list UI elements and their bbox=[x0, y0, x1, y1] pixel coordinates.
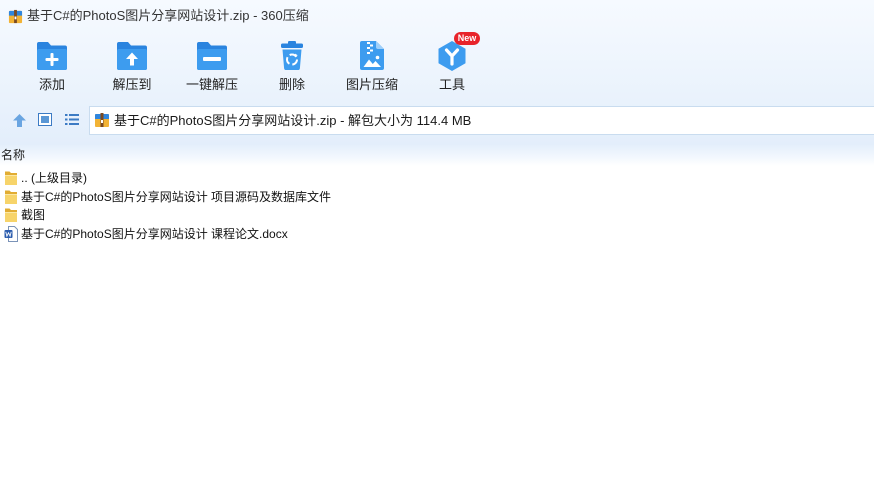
list-item-name: 基于C#的PhotoS图片分享网站设计 项目源码及数据库文件 bbox=[21, 189, 332, 204]
list-item-name: 截图 bbox=[21, 208, 46, 222]
folder-icon bbox=[4, 207, 18, 223]
add-button-label: 添加 bbox=[38, 77, 65, 92]
tools-button-label: 工具 bbox=[438, 77, 465, 92]
delete-button-label: 删除 bbox=[278, 77, 305, 92]
list-item[interactable]: .. (上级目录) bbox=[0, 169, 874, 188]
folder-icon bbox=[4, 170, 18, 186]
zip-archive-icon bbox=[8, 9, 23, 24]
title-bar[interactable]: 基于C#的PhotoS图片分享网站设计.zip - 360压缩 bbox=[0, 0, 874, 32]
list-item[interactable]: 基于C#的PhotoS图片分享网站设计 课程论文.docx bbox=[0, 225, 874, 244]
trash-icon bbox=[276, 40, 308, 72]
one-click-extract-button[interactable]: 一键解压 bbox=[172, 32, 252, 98]
toolbar: 添加 解压到 一键解压 删除 图片压缩 New 工具 bbox=[12, 32, 492, 100]
folder-icon bbox=[4, 189, 18, 205]
zip-archive-icon bbox=[94, 112, 110, 128]
list-item[interactable]: 截图 bbox=[0, 206, 874, 225]
list-item[interactable]: 基于C#的PhotoS图片分享网站设计 项目源码及数据库文件 bbox=[0, 188, 874, 207]
list-header: 名称 bbox=[0, 145, 874, 166]
address-path-text: 基于C#的PhotoS图片分享网站设计.zip - 解包大小为 114.4 MB bbox=[114, 113, 472, 128]
window-title: 基于C#的PhotoS图片分享网站设计.zip - 360压缩 bbox=[27, 8, 309, 23]
new-badge: New bbox=[454, 32, 480, 45]
add-to-archive-icon bbox=[36, 40, 68, 72]
one-click-extract-button-label: 一键解压 bbox=[185, 77, 238, 92]
up-arrow-icon[interactable] bbox=[12, 113, 27, 128]
image-compress-button-label: 图片压缩 bbox=[345, 77, 398, 92]
thumbnail-view-icon[interactable] bbox=[38, 113, 52, 126]
navigation-bar: 基于C#的PhotoS图片分享网站设计.zip - 解包大小为 114.4 MB bbox=[0, 104, 874, 136]
list-item-name: .. (上级目录) bbox=[21, 171, 87, 185]
extract-to-icon bbox=[116, 40, 148, 72]
tools-button[interactable]: New 工具 bbox=[412, 32, 492, 98]
file-list: .. (上级目录) 基于C#的PhotoS图片分享网站设计 项目源码及数据库文件… bbox=[0, 169, 874, 243]
list-view-icon[interactable] bbox=[65, 113, 79, 126]
address-bar[interactable]: 基于C#的PhotoS图片分享网站设计.zip - 解包大小为 114.4 MB bbox=[89, 106, 874, 135]
word-document-icon bbox=[4, 225, 18, 242]
one-click-extract-icon bbox=[196, 40, 228, 72]
image-compress-icon bbox=[356, 40, 388, 72]
add-button[interactable]: 添加 bbox=[12, 32, 92, 98]
extract-to-button[interactable]: 解压到 bbox=[92, 32, 172, 98]
column-header-name[interactable]: 名称 bbox=[1, 148, 25, 163]
list-item-name: 基于C#的PhotoS图片分享网站设计 课程论文.docx bbox=[21, 226, 288, 241]
delete-button[interactable]: 删除 bbox=[252, 32, 332, 98]
image-compress-button[interactable]: 图片压缩 bbox=[332, 32, 412, 98]
extract-to-button-label: 解压到 bbox=[112, 77, 152, 92]
